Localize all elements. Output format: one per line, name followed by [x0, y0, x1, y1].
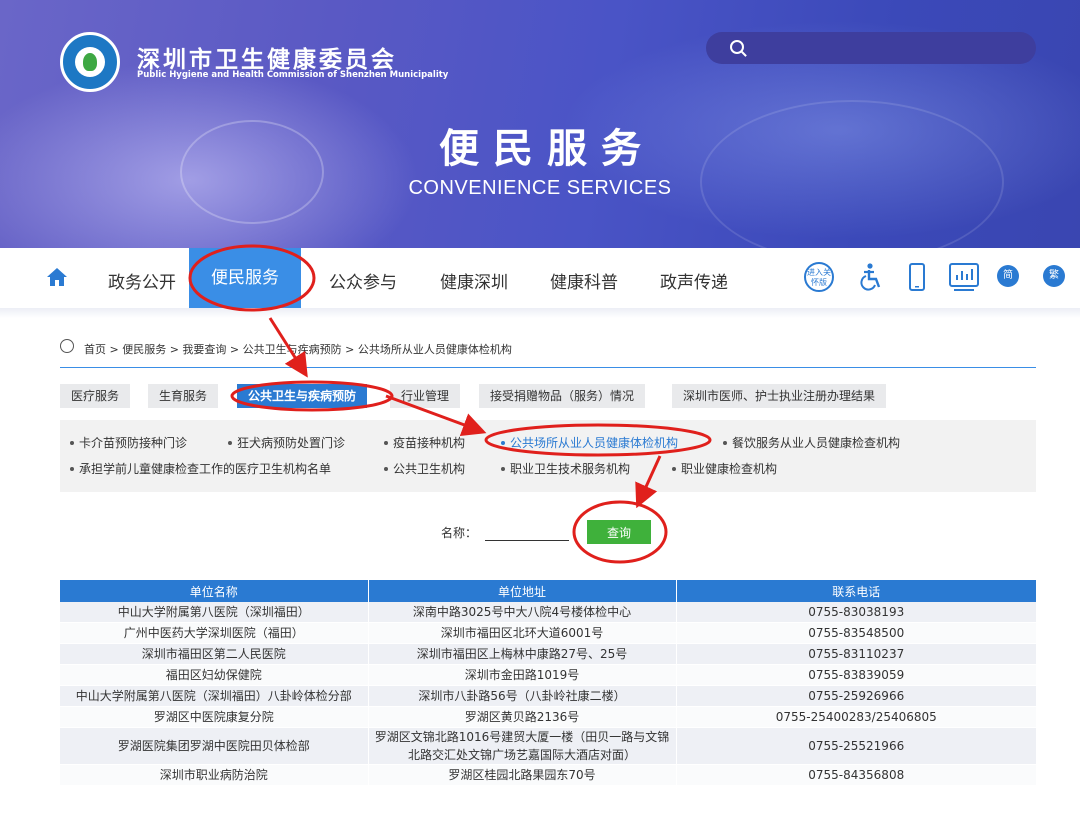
care-mode-button[interactable]: 进入关怀版 — [804, 262, 834, 292]
cell-address: 罗湖区桂园北路果园东70号 — [368, 764, 677, 786]
sub-link[interactable]: 餐饮服务从业人员健康检查机构 — [723, 434, 900, 451]
table-row: 深圳市福田区第二人民医院 深圳市福田区上梅林中康路27号、25号 0755-8311… — [60, 643, 1036, 665]
table-row: 福田区妇幼保健院 深圳市金田路1019号 0755-83839059 — [60, 664, 1036, 686]
cell-name: 深圳市职业病防治院 — [60, 764, 369, 786]
table-header-row: 单位名称 单位地址 联系电话 — [60, 580, 1036, 602]
nav-shadow — [0, 308, 1080, 318]
sub-link-active[interactable]: 公共场所从业人员健康体检机构 — [501, 434, 678, 451]
breadcrumb-text[interactable]: 首页 > 便民服务 > 我要查询 > 公共卫生与疾病预防 > 公共场所从业人员健… — [62, 343, 512, 356]
header-banner: 深圳市卫生健康委员会 Public Hygiene and Health Com… — [0, 0, 1080, 248]
sub-link[interactable]: 疫苗接种机构 — [384, 434, 465, 451]
tab-industry-management[interactable]: 行业管理 — [390, 384, 461, 408]
cell-phone: 0755-83839059 — [676, 664, 1036, 686]
accessibility-icon[interactable] — [860, 263, 884, 291]
column-header-name: 单位名称 — [60, 580, 369, 602]
page-subtitle: CONVENIENCE SERVICES — [408, 177, 672, 199]
table-row: 中山大学附属第八医院（深圳福田）八卦岭体检分部 深圳市八卦路56号（八卦岭社康二楼… — [60, 685, 1036, 707]
cell-phone: 0755-83548500 — [676, 622, 1036, 644]
cell-name: 罗湖医院集团罗湖中医院田贝体检部 — [60, 727, 369, 765]
cell-address: 深圳市福田区北环大道6001号 — [368, 622, 677, 644]
cell-address: 罗湖区黄贝路2136号 — [368, 706, 677, 728]
site-logo[interactable] — [60, 32, 120, 92]
cell-name: 深圳市福田区第二人民医院 — [60, 643, 369, 665]
cell-name: 福田区妇幼保健院 — [60, 664, 369, 686]
simplified-chinese-button[interactable]: 简 — [997, 265, 1019, 287]
logo-inner — [75, 47, 105, 77]
nav-item-convenience-services[interactable]: 便民服务 — [189, 248, 301, 308]
breadcrumb-divider — [60, 367, 1036, 368]
sub-link[interactable]: 职业健康检查机构 — [672, 460, 777, 477]
cell-phone: 0755-84356808 — [676, 764, 1036, 786]
cell-name: 罗湖区中医院康复分院 — [60, 706, 369, 728]
mobile-icon[interactable] — [908, 262, 926, 292]
name-label: 名称： — [441, 526, 478, 540]
home-icon[interactable] — [47, 268, 67, 286]
cell-name: 中山大学附属第八医院（深圳福田）八卦岭体检分部 — [60, 685, 369, 707]
nav-item-public-participation[interactable]: 公众参与 — [329, 268, 397, 293]
sub-link[interactable]: 卡介苗预防接种门诊 — [70, 434, 187, 451]
page-title: 便民服务 — [439, 125, 655, 172]
column-header-phone: 联系电话 — [676, 580, 1036, 602]
nav-item-government-affairs[interactable]: 政务公开 — [108, 268, 176, 293]
table-row: 中山大学附属第八医院（深圳福田） 深南中路3025号中大八院4号楼体检中心 0755… — [60, 602, 1036, 623]
nav-item-health-science[interactable]: 健康科普 — [550, 268, 618, 293]
cell-name: 中山大学附属第八医院（深圳福田） — [60, 602, 369, 623]
tab-medical-services[interactable]: 医疗服务 — [60, 384, 131, 408]
nav-item-healthy-shenzhen[interactable]: 健康深圳 — [440, 268, 508, 293]
statistics-icon[interactable] — [948, 262, 980, 292]
institution-table: 单位名称 单位地址 联系电话 中山大学附属第八医院（深圳福田） 深南中路3025号… — [60, 580, 1036, 786]
traditional-label: 繁 — [1043, 265, 1065, 287]
main-nav: 政务公开 便民服务 公众参与 健康深圳 健康科普 政声传递 进入关怀版 简 繁 — [0, 248, 1080, 308]
cell-address: 深圳市八卦路56号（八卦岭社康二楼） — [368, 685, 677, 707]
nav-item-voice[interactable]: 政声传递 — [660, 268, 728, 293]
sub-link[interactable]: 职业卫生技术服务机构 — [501, 460, 630, 477]
cell-phone: 0755-25521966 — [676, 727, 1036, 765]
site-title: 深圳市卫生健康委员会 — [137, 46, 397, 73]
sub-link-panel: 卡介苗预防接种门诊 狂犬病预防处置门诊 疫苗接种机构 公共场所从业人员健康体检机… — [60, 420, 1036, 492]
cell-address: 罗湖区文锦北路1016号建贸大厦一楼（田贝一路与文锦北路交汇处文锦广场艺嘉国际大… — [368, 727, 677, 765]
cell-phone: 0755-25400283/25406805 — [676, 706, 1036, 728]
sub-link[interactable]: 承担学前儿童健康检查工作的医疗卫生机构名单 — [70, 460, 331, 477]
query-button[interactable]: 查询 — [587, 520, 651, 544]
search-input[interactable] — [706, 32, 1036, 64]
column-header-address: 单位地址 — [368, 580, 677, 602]
cell-address: 深南中路3025号中大八院4号楼体检中心 — [368, 602, 677, 623]
tab-registration-results[interactable]: 深圳市医师、护士执业注册办理结果 — [672, 384, 887, 408]
care-mode-label: 进入关怀版 — [804, 262, 834, 292]
tab-donations[interactable]: 接受捐赠物品（服务）情况 — [479, 384, 646, 408]
table-row: 广州中医药大学深圳医院（福田） 深圳市福田区北环大道6001号 0755-83548… — [60, 622, 1036, 644]
tab-maternity-services[interactable]: 生育服务 — [148, 384, 219, 408]
table-row: 罗湖区中医院康复分院 罗湖区黄贝路2136号 0755-25400283/25406… — [60, 706, 1036, 728]
traditional-chinese-button[interactable]: 繁 — [1043, 265, 1065, 287]
search-icon[interactable] — [730, 40, 744, 54]
location-icon — [60, 339, 74, 353]
sub-link[interactable]: 狂犬病预防处置门诊 — [228, 434, 345, 451]
simplified-label: 简 — [997, 265, 1019, 287]
cell-address: 深圳市福田区上梅林中康路27号、25号 — [368, 643, 677, 665]
cell-address: 深圳市金田路1019号 — [368, 664, 677, 686]
cell-phone: 0755-83110237 — [676, 643, 1036, 665]
tab-public-health[interactable]: 公共卫生与疾病预防 — [237, 384, 368, 408]
table-row: 罗湖医院集团罗湖中医院田贝体检部 罗湖区文锦北路1016号建贸大厦一楼（田贝一路与… — [60, 727, 1036, 765]
sub-link[interactable]: 公共卫生机构 — [384, 460, 465, 477]
site-subtitle: Public Hygiene and Health Commission of … — [137, 70, 449, 80]
name-input[interactable] — [485, 524, 569, 541]
cell-name: 广州中医药大学深圳医院（福田） — [60, 622, 369, 644]
breadcrumb: 首页 > 便民服务 > 我要查询 > 公共卫生与疾病预防 > 公共场所从业人员健… — [60, 339, 512, 357]
cell-phone: 0755-83038193 — [676, 602, 1036, 623]
table-row: 深圳市职业病防治院 罗湖区桂园北路果园东70号 0755-84356808 — [60, 764, 1036, 786]
cell-phone: 0755-25926966 — [676, 685, 1036, 707]
